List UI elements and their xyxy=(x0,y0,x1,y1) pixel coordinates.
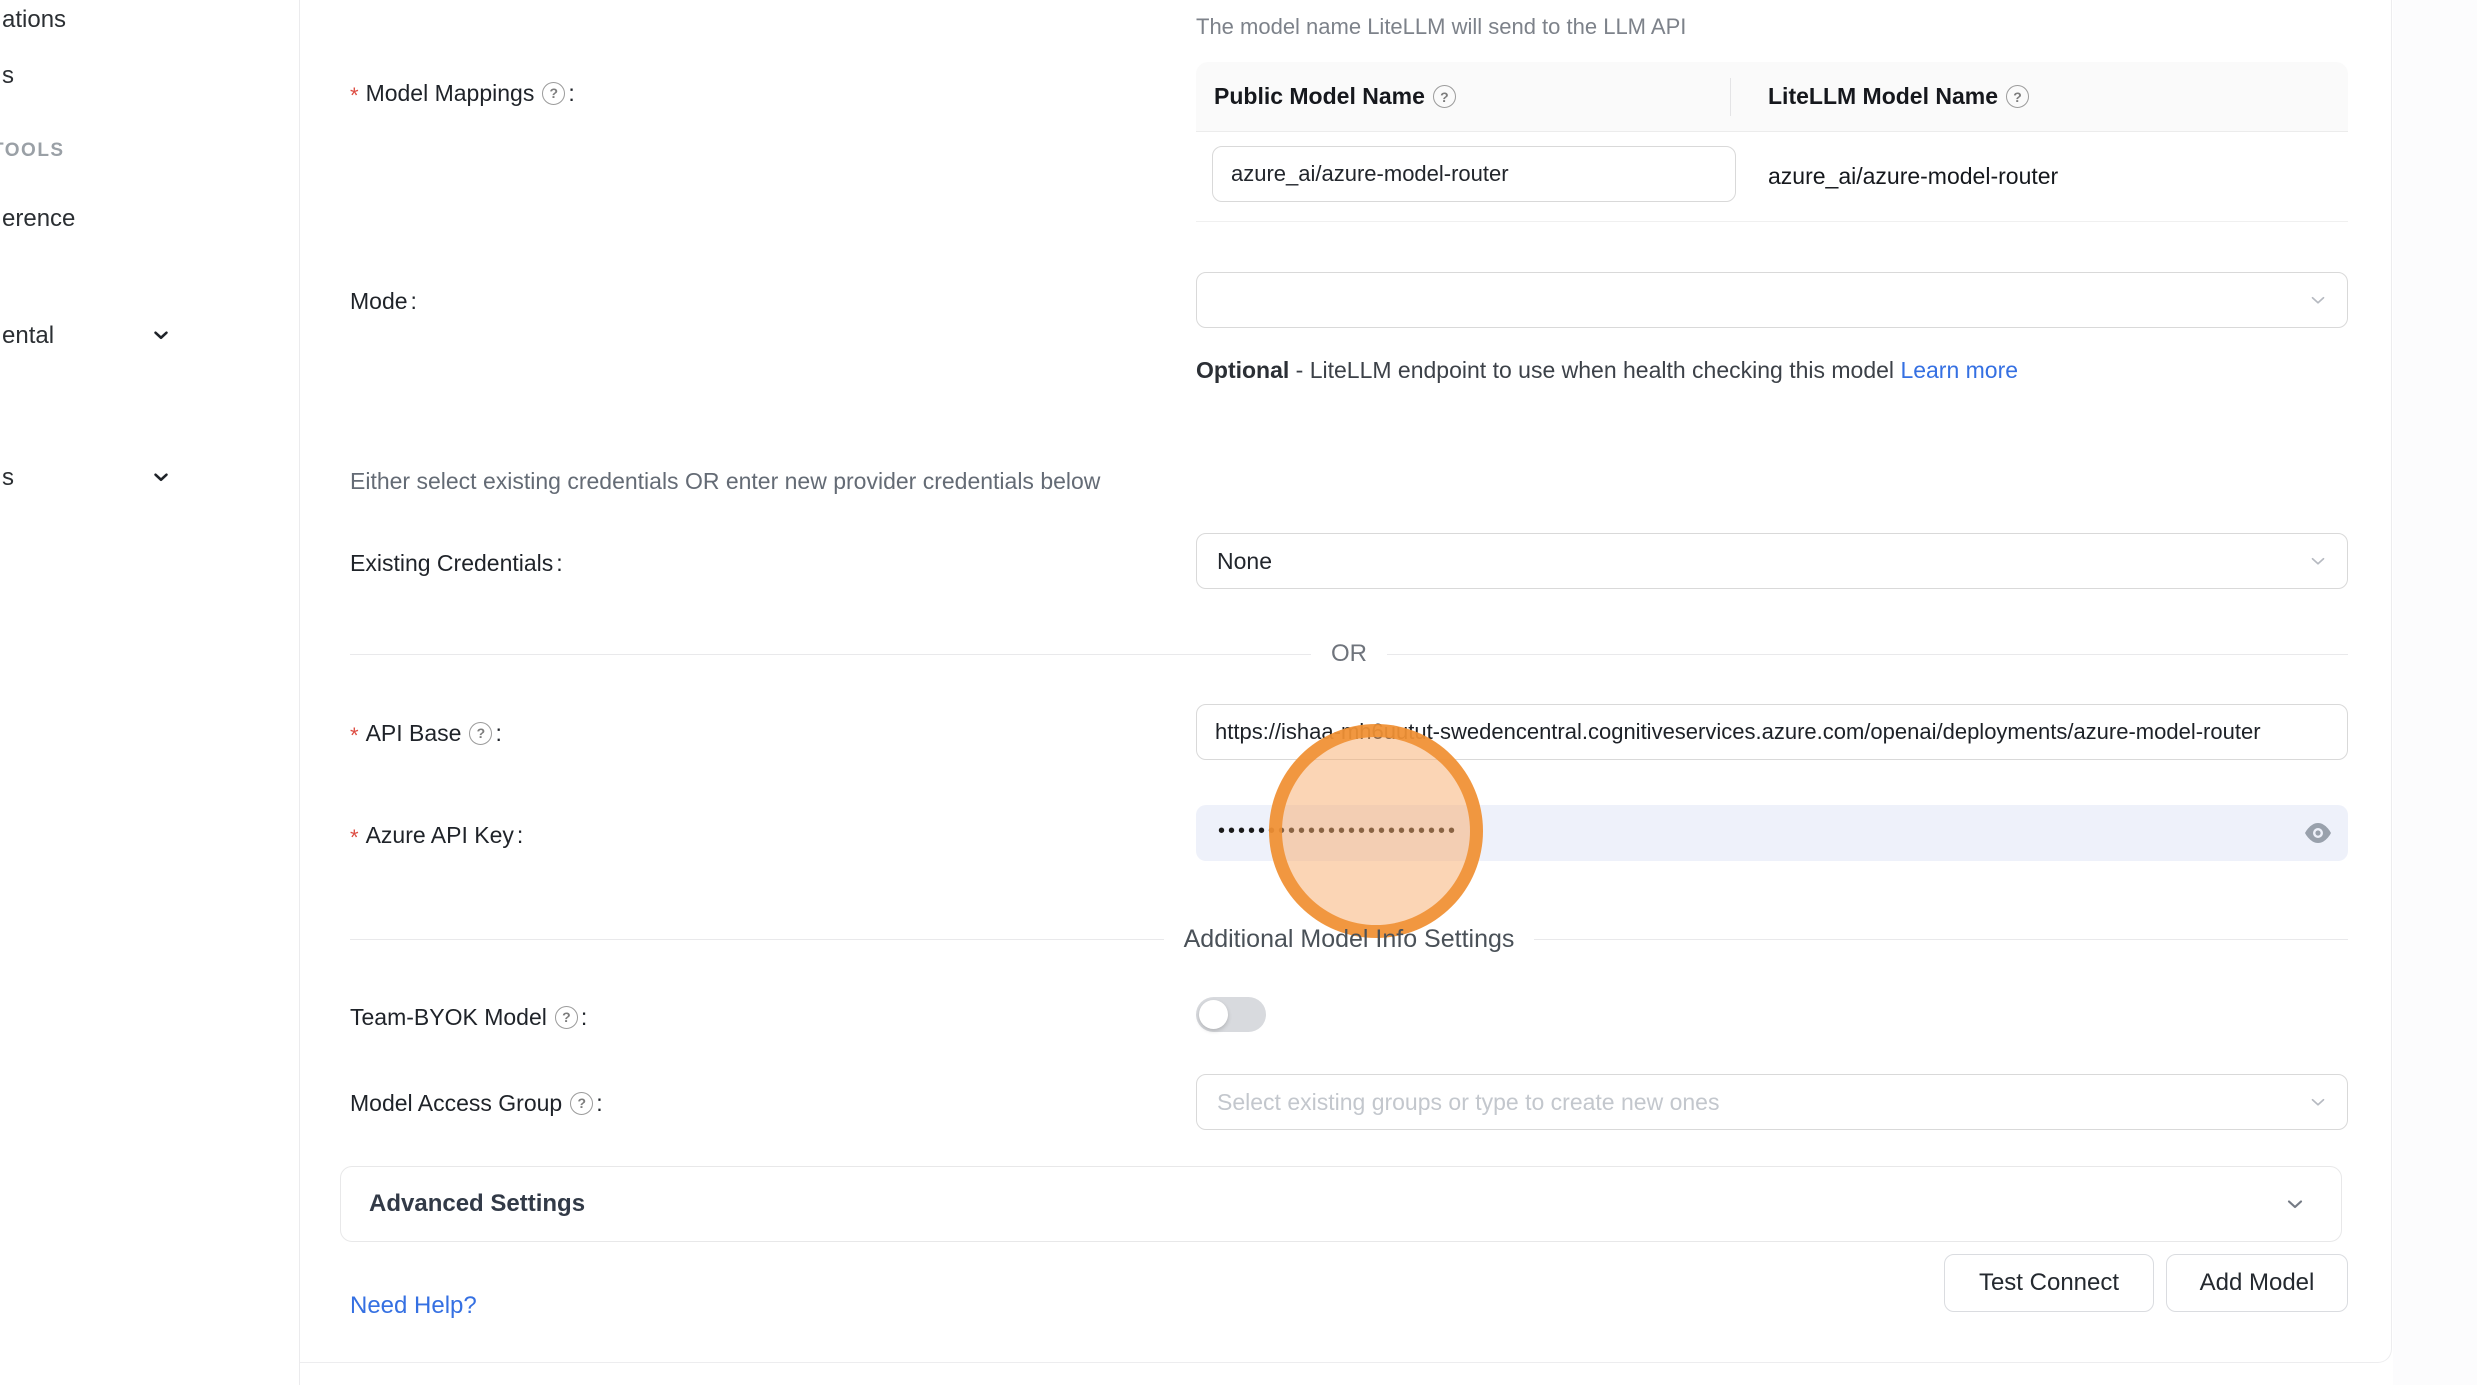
help-icon[interactable]: ? xyxy=(2006,85,2029,108)
model-access-group-label: Model Access Group ? : xyxy=(350,1088,603,1118)
public-model-name-input[interactable] xyxy=(1212,146,1736,202)
add-model-button[interactable]: Add Model xyxy=(2166,1254,2348,1312)
sidebar-item-users[interactable]: s xyxy=(2,62,14,90)
credentials-note: Either select existing credentials OR en… xyxy=(350,468,1100,495)
eye-icon[interactable] xyxy=(2304,823,2332,843)
team-byok-toggle[interactable] xyxy=(1196,997,1266,1032)
add-model-page: ations s TOOLS erence ental s The model … xyxy=(0,0,2477,1385)
learn-more-link[interactable]: Learn more xyxy=(1900,357,2018,383)
litellm-model-name-value: azure_ai/azure-model-router xyxy=(1768,132,2058,221)
masked-api-key: •••••••••••••••••••••••• xyxy=(1218,820,1458,843)
help-icon[interactable]: ? xyxy=(555,1006,578,1029)
add-model-form-card: The model name LiteLLM will send to the … xyxy=(300,0,2392,1363)
required-marker: * xyxy=(350,825,359,851)
public-model-name-header: Public Model Name ? xyxy=(1196,83,1730,110)
litellm-model-name-header: LiteLLM Model Name ? xyxy=(1730,83,2029,110)
sidebar: ations s TOOLS erence ental s xyxy=(0,0,300,1385)
api-base-label: * API Base ? : xyxy=(350,718,502,748)
model-mappings-label: * Model Mappings ? : xyxy=(350,78,575,108)
sidebar-item-settings[interactable]: s xyxy=(2,464,14,492)
mode-label: Mode : xyxy=(350,286,417,316)
existing-credentials-label: Existing Credentials : xyxy=(350,548,563,578)
column-divider xyxy=(1730,78,1731,116)
help-icon[interactable]: ? xyxy=(542,82,565,105)
chevron-down-icon xyxy=(2307,550,2329,572)
help-icon[interactable]: ? xyxy=(469,722,492,745)
or-divider: OR xyxy=(350,640,2348,668)
azure-api-key-label: * Azure API Key : xyxy=(350,820,523,850)
chevron-down-icon xyxy=(2283,1192,2307,1216)
chevron-down-icon xyxy=(150,466,172,488)
chevron-down-icon xyxy=(150,324,172,346)
help-icon[interactable]: ? xyxy=(1433,85,1456,108)
model-mappings-row: azure_ai/azure-model-router xyxy=(1196,132,2348,221)
mode-select[interactable] xyxy=(1196,272,2348,328)
model-name-helper-text: The model name LiteLLM will send to the … xyxy=(1196,14,1686,40)
azure-api-key-input[interactable]: •••••••••••••••••••••••• xyxy=(1196,805,2348,861)
api-base-input[interactable]: https://ishaa-mh6uutut-swedencentral.cog… xyxy=(1196,704,2348,760)
advanced-settings-title: Advanced Settings xyxy=(369,1190,585,1218)
need-help-link[interactable]: Need Help? xyxy=(350,1292,477,1320)
chevron-down-icon xyxy=(2307,289,2329,311)
page-background xyxy=(2393,0,2477,1385)
help-icon[interactable]: ? xyxy=(570,1092,593,1115)
sidebar-section-tools: TOOLS xyxy=(0,140,65,162)
model-mappings-table: Public Model Name ? LiteLLM Model Name ?… xyxy=(1196,62,2348,222)
additional-settings-divider: Additional Model Info Settings xyxy=(350,925,2348,954)
mode-helper-text: Optional - LiteLLM endpoint to use when … xyxy=(1196,350,2058,390)
model-access-group-select[interactable]: Select existing groups or type to create… xyxy=(1196,1074,2348,1130)
existing-credentials-select[interactable]: None xyxy=(1196,533,2348,589)
model-access-group-placeholder: Select existing groups or type to create… xyxy=(1217,1089,1719,1116)
team-byok-label: Team-BYOK Model ? : xyxy=(350,1002,587,1032)
sidebar-item-experimental[interactable]: ental xyxy=(2,322,54,350)
sidebar-item-api-reference[interactable]: erence xyxy=(2,205,75,233)
test-connect-button[interactable]: Test Connect xyxy=(1944,1254,2154,1312)
chevron-down-icon xyxy=(2307,1091,2329,1113)
sidebar-item-organizations[interactable]: ations xyxy=(2,6,66,34)
model-mappings-header: Public Model Name ? LiteLLM Model Name ? xyxy=(1196,62,2348,132)
required-marker: * xyxy=(350,723,359,749)
existing-credentials-value: None xyxy=(1217,548,1272,575)
advanced-settings-panel[interactable]: Advanced Settings xyxy=(340,1166,2342,1242)
toggle-knob xyxy=(1199,1000,1228,1029)
required-marker: * xyxy=(350,83,359,109)
